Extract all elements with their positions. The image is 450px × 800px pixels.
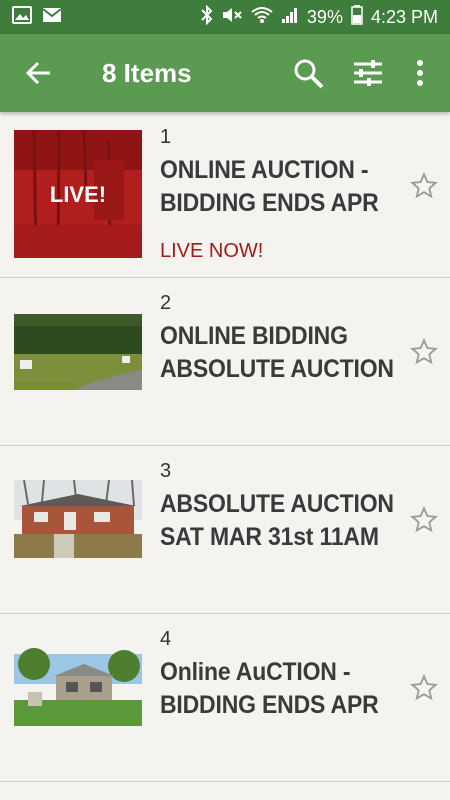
item-number: 3 bbox=[160, 460, 172, 482]
page-title: 8 Items bbox=[102, 57, 192, 88]
item-number: 1 bbox=[160, 126, 172, 148]
arrow-left-icon bbox=[26, 61, 50, 85]
star-outline-icon bbox=[410, 506, 438, 533]
mute-icon bbox=[221, 5, 243, 30]
favorite-button[interactable] bbox=[410, 674, 438, 702]
back-button[interactable] bbox=[0, 34, 78, 112]
live-overlay-text: LIVE! bbox=[50, 182, 106, 207]
auction-list: LIVE! 1 ONLINE AUCTION - BIDDING ENDS AP… bbox=[0, 112, 450, 782]
item-title: Online AuCTION - BIDDING ENDS APR bbox=[160, 656, 399, 722]
list-item[interactable]: 2 ONLINE BIDDING ABSOLUTE AUCTION bbox=[0, 278, 450, 446]
filter-button[interactable] bbox=[338, 34, 398, 112]
listing-thumbnail bbox=[14, 464, 142, 592]
item-title: ONLINE BIDDING ABSOLUTE AUCTION bbox=[160, 320, 399, 386]
star-outline-icon bbox=[410, 172, 438, 199]
bluetooth-icon bbox=[201, 4, 213, 30]
mail-notification-icon bbox=[42, 6, 62, 29]
wifi-icon bbox=[251, 6, 273, 29]
item-title-line1: ABSOLUTE AUCTION bbox=[160, 490, 394, 518]
star-outline-icon bbox=[410, 338, 438, 365]
favorite-button[interactable] bbox=[410, 172, 438, 200]
item-title-line2: BIDDING ENDS APR bbox=[160, 691, 379, 719]
more-vert-icon bbox=[417, 60, 423, 86]
item-title-line2: SAT MAR 31st 11AM bbox=[160, 523, 379, 551]
listing-thumbnail: LIVE! bbox=[14, 130, 142, 258]
list-item[interactable]: LIVE! 1 ONLINE AUCTION - BIDDING ENDS AP… bbox=[0, 112, 450, 278]
star-outline-icon bbox=[410, 674, 438, 701]
list-item[interactable]: 4 Online AuCTION - BIDDING ENDS APR bbox=[0, 614, 450, 782]
item-number: 2 bbox=[160, 292, 172, 314]
item-title-line1: Online AuCTION - bbox=[160, 658, 351, 686]
battery-percent: 39% bbox=[306, 6, 343, 27]
status-bar: 39% 4:23 PM bbox=[0, 0, 450, 34]
live-now-badge: LIVE NOW! bbox=[160, 240, 264, 262]
item-title-line1: ONLINE BIDDING bbox=[160, 322, 348, 350]
sliders-icon bbox=[354, 60, 382, 86]
listing-thumbnail bbox=[14, 632, 142, 760]
signal-icon bbox=[281, 6, 299, 29]
gallery-notification-icon bbox=[12, 5, 32, 29]
toolbar: 8 Items bbox=[0, 34, 450, 112]
item-title-line2: BIDDING ENDS APR bbox=[160, 189, 379, 217]
item-title-line2: ABSOLUTE AUCTION bbox=[160, 355, 394, 383]
search-button[interactable] bbox=[278, 34, 338, 112]
favorite-button[interactable] bbox=[410, 506, 438, 534]
item-title: ABSOLUTE AUCTION SAT MAR 31st 11AM bbox=[160, 488, 399, 554]
list-item[interactable]: 3 ABSOLUTE AUCTION SAT MAR 31st 11AM bbox=[0, 446, 450, 614]
clock: 4:23 PM bbox=[370, 6, 438, 27]
search-icon bbox=[294, 59, 324, 89]
battery-icon bbox=[351, 4, 363, 30]
more-options-button[interactable] bbox=[398, 34, 442, 112]
listing-thumbnail bbox=[14, 296, 142, 424]
item-title: ONLINE AUCTION - BIDDING ENDS APR bbox=[160, 154, 399, 220]
item-number: 4 bbox=[160, 628, 172, 650]
item-title-line1: ONLINE AUCTION - bbox=[160, 156, 369, 184]
favorite-button[interactable] bbox=[410, 338, 438, 366]
